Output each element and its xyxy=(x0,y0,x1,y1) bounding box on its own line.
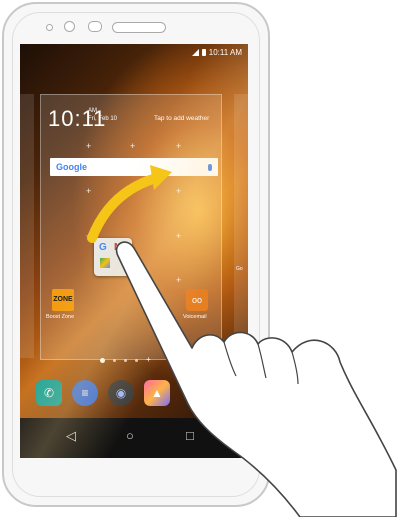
hand-outline xyxy=(115,241,397,517)
hand-icon xyxy=(115,241,397,517)
